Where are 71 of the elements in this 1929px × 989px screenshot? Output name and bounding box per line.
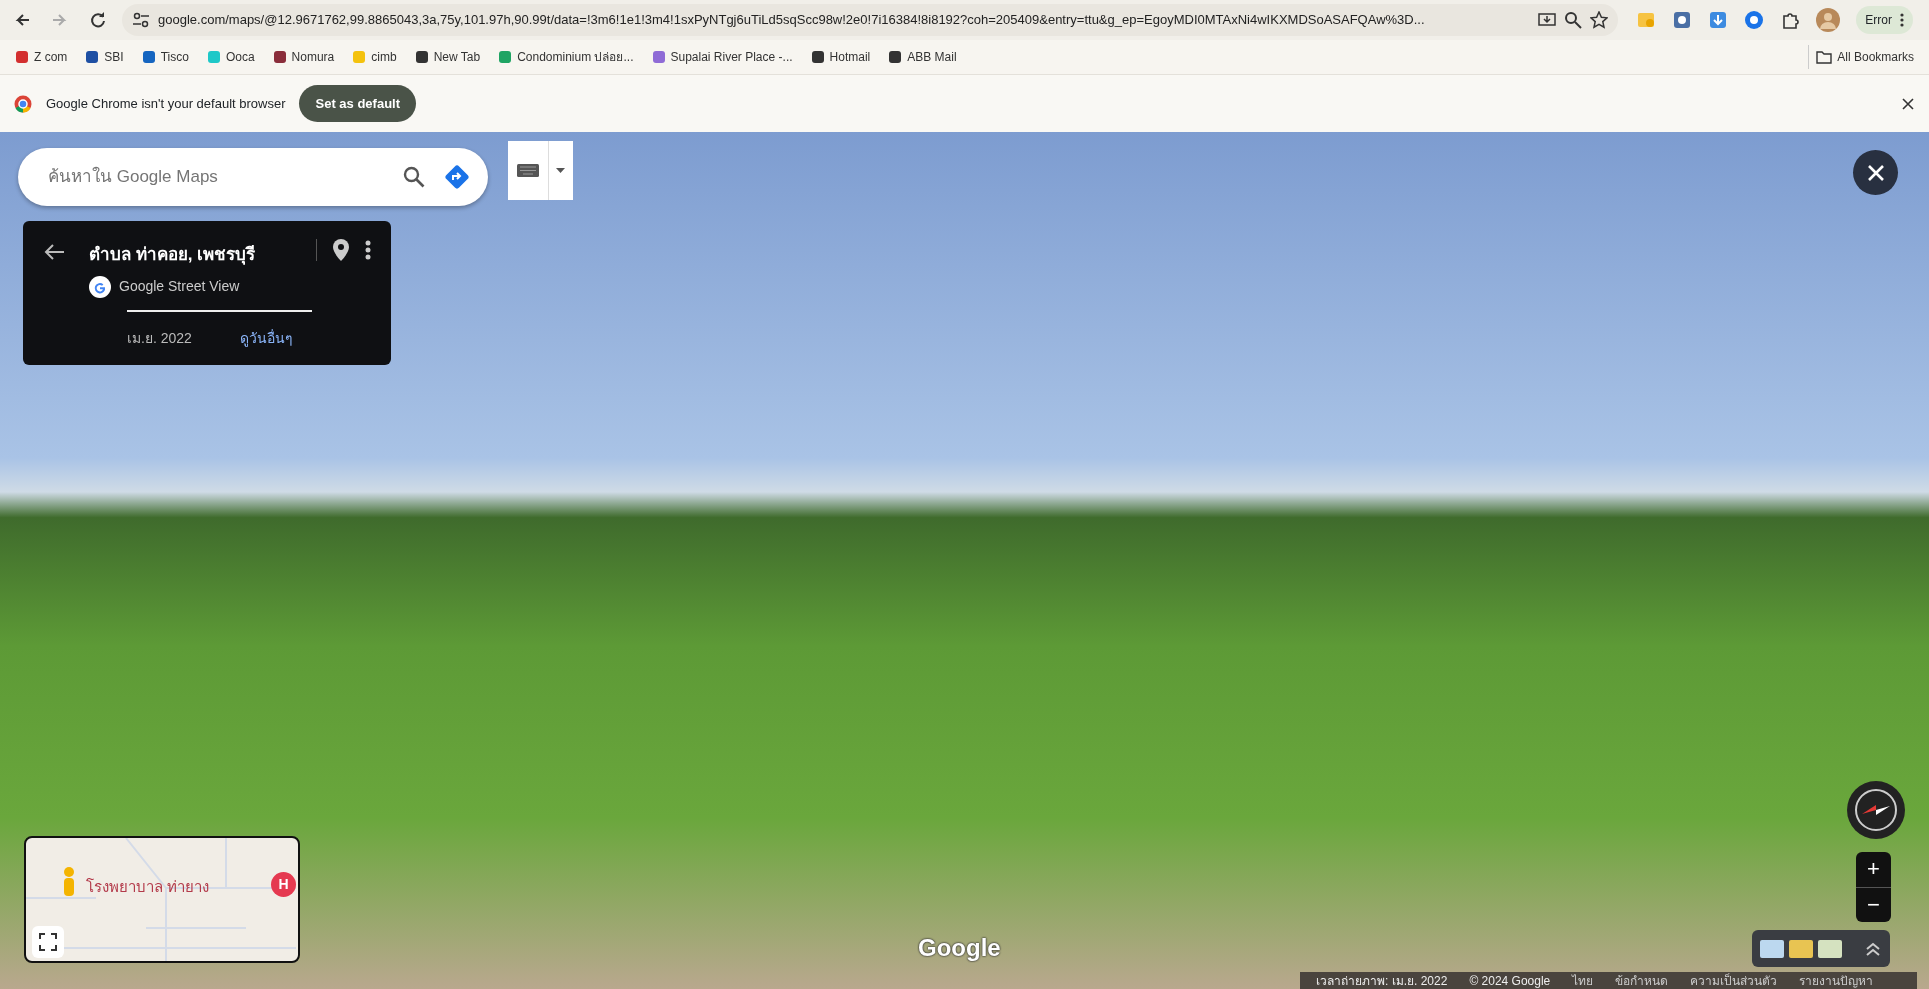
bookmark-link[interactable]: Condominium ปล่อย... (491, 45, 641, 69)
chrome-logo-icon (14, 94, 32, 113)
footer-text: เวลาถ่ายภาพ: เม.ย. 2022 (1316, 972, 1448, 989)
bookmark-icon (888, 50, 903, 64)
set-default-button[interactable]: Set as default (299, 84, 416, 123)
footer-link[interactable]: ข้อกำหนด (1615, 971, 1669, 989)
bookmark-link[interactable]: ABB Mail (881, 45, 964, 69)
map-place-label: โรงพยาบาล ท่ายาง (86, 877, 210, 897)
footer-link[interactable]: ไทย (1572, 971, 1594, 989)
bookmark-icon (498, 50, 513, 64)
zoom-out-button[interactable]: − (1856, 886, 1891, 922)
bookmark-icon (206, 50, 221, 64)
star-icon[interactable] (1590, 11, 1609, 29)
zoom-in-button[interactable]: + (1856, 852, 1891, 887)
bookmark-link[interactable]: Hotmail (803, 45, 878, 69)
bookmark-link[interactable]: Nomura (265, 45, 342, 69)
fullscreen-icon[interactable] (39, 933, 57, 951)
extension-icon[interactable] (1672, 10, 1693, 30)
pegman-icon (62, 866, 76, 898)
minimap[interactable]: โรงพยาบาล ท่ายาง H (24, 836, 300, 963)
location-pin-icon[interactable] (333, 239, 349, 261)
google-logo: Google (918, 933, 1001, 963)
dropdown-caret-icon[interactable] (556, 168, 565, 173)
profile-button[interactable]: Error (1856, 6, 1913, 34)
all-bookmarks-button[interactable]: All Bookmarks (1808, 45, 1921, 69)
puzzle-icon[interactable] (1780, 10, 1801, 30)
footer-link[interactable]: ความเป็นส่วนตัว (1690, 971, 1778, 989)
search-bar[interactable]: ค้นหาใน Google Maps (18, 148, 488, 206)
footer-link[interactable]: รายงานปัญหา (1799, 971, 1874, 989)
avatar-icon[interactable] (1816, 8, 1841, 32)
bookmark-link[interactable]: Supalai River Place -... (644, 45, 800, 69)
more-icon (1900, 13, 1904, 27)
download-icon[interactable] (1708, 10, 1729, 30)
street-view-photo[interactable] (0, 132, 1929, 989)
bookmark-icon (352, 50, 367, 64)
footer-text: © 2024 Google (1469, 972, 1551, 989)
place-title: ตำบล ท่าคอย, เพชรบุรี (89, 244, 256, 267)
source-label: Google Street View (119, 277, 240, 297)
satellite-thumbnail[interactable] (1760, 939, 1784, 958)
close-icon[interactable] (1901, 96, 1915, 111)
map-thumbnail[interactable] (1818, 939, 1842, 958)
close-icon[interactable] (1865, 162, 1886, 183)
bookmark-icon (651, 50, 666, 64)
install-app-icon[interactable] (1538, 11, 1557, 29)
bookmark-link[interactable]: Z com (8, 45, 75, 69)
search-field[interactable]: ค้นหาใน Google Maps (46, 163, 384, 191)
bookmark-icon (272, 50, 287, 64)
more-icon[interactable] (365, 240, 371, 260)
bookmark-link[interactable]: cimb (345, 45, 404, 69)
keyboard-icon[interactable] (517, 164, 539, 177)
search-icon[interactable] (402, 165, 426, 189)
capture-date: เม.ย. 2022 (127, 328, 192, 348)
hospital-marker: H (271, 872, 296, 897)
bookmark-icon (141, 50, 156, 64)
bookmark-icon (85, 50, 100, 64)
google-logo-icon (89, 275, 111, 298)
extension-icon[interactable] (1744, 10, 1765, 30)
imagery-thumbnail[interactable] (1789, 939, 1813, 958)
folder-icon (1816, 50, 1833, 64)
bookmark-link[interactable]: New Tab (407, 45, 488, 69)
bookmark-icon (414, 50, 429, 64)
site-settings-icon[interactable] (132, 11, 150, 29)
bookmark-link[interactable]: Tisco (134, 45, 196, 69)
infobar-message: Google Chrome isn't your default browser (46, 94, 286, 113)
other-dates-link[interactable]: ดูวันอื่นๆ (239, 327, 293, 349)
bookmark-icon (810, 50, 825, 64)
zoom-icon[interactable] (1564, 11, 1583, 29)
back-arrow-icon[interactable] (43, 243, 65, 261)
bookmark-link[interactable]: SBI (78, 45, 131, 69)
bookmark-icon (15, 50, 29, 64)
bookmark-link[interactable]: Ooca (199, 45, 262, 69)
